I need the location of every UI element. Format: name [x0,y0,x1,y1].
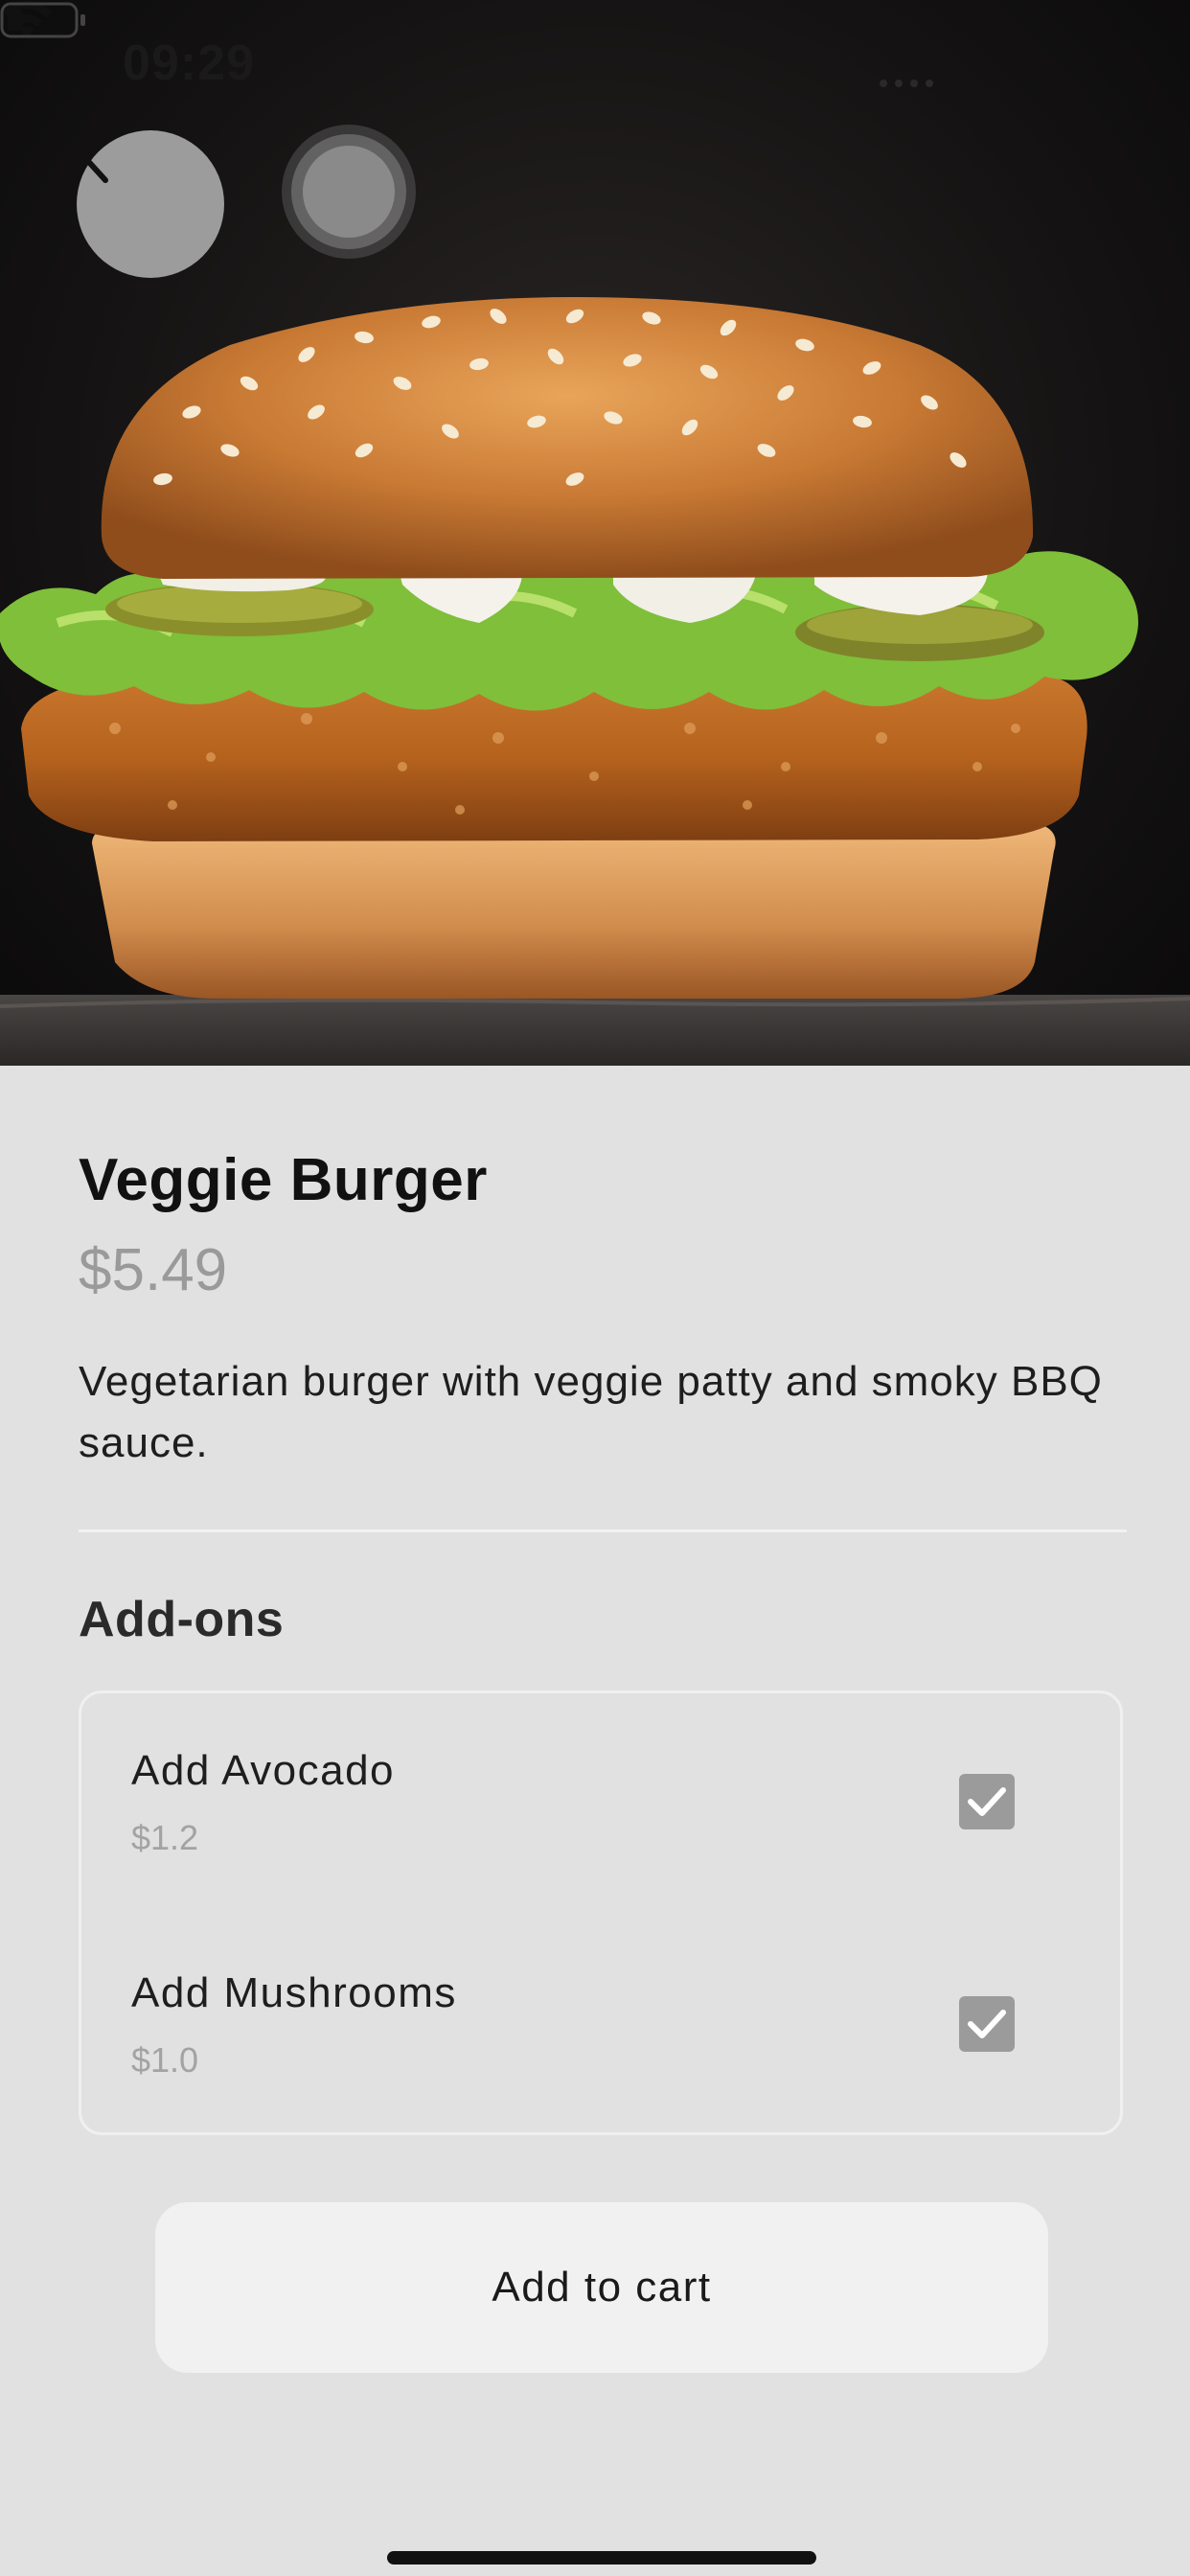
chevron-left-icon [83,135,108,183]
check-icon [968,2010,1006,2038]
battery-icon [0,2,85,38]
add-to-cart-button[interactable]: Add to cart [155,2202,1048,2373]
signal-dots-icon [880,75,947,87]
check-icon [968,1787,1006,1816]
product-hero-image: 09:29 [0,0,1190,1066]
home-indicator[interactable] [387,2551,816,2564]
product-detail-screen: 09:29 Veggie Burger $5.49 Vegetarian bur… [0,0,1190,2576]
addon-name: Add Mushrooms [131,1969,457,2016]
record-ring [291,134,406,249]
addon-item-mushrooms[interactable]: Add Mushrooms $1.0 [81,1916,1120,2107]
product-description: Vegetarian burger with veggie patty and … [79,1358,1103,1466]
record-button[interactable] [282,125,416,259]
divider [79,1530,1127,1532]
addons-heading: Add-ons [79,1592,285,1647]
addon-checkbox-avocado[interactable] [959,1774,1015,1829]
addons-list: Add Avocado $1.2 Add Mushrooms $1.0 [79,1690,1123,2135]
product-price: $5.49 [79,1237,228,1303]
record-icon [303,146,395,238]
status-time: 09:29 [123,35,255,91]
addon-price: $1.2 [131,1818,199,1857]
back-button[interactable] [77,130,224,278]
addon-item-avocado[interactable]: Add Avocado $1.2 [81,1693,1120,1885]
addon-name: Add Avocado [131,1747,396,1794]
product-title: Veggie Burger [79,1147,488,1213]
addon-checkbox-mushrooms[interactable] [959,1996,1015,2052]
addon-price: $1.0 [131,2040,199,2080]
